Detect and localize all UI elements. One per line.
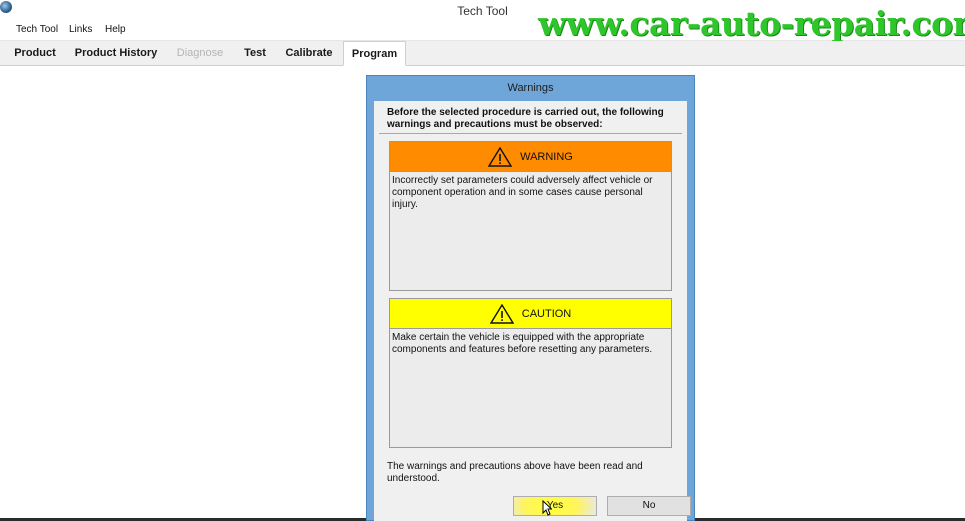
dialog-intro-text: Before the selected procedure is carried… bbox=[387, 107, 664, 130]
warnings-dialog: Warnings Before the selected procedure i… bbox=[366, 75, 695, 521]
confirm-text: The warnings and precautions above have … bbox=[387, 461, 643, 484]
tab-calibrate[interactable]: Calibrate bbox=[279, 41, 339, 66]
warning-panel: WARNING Incorrectly set parameters could… bbox=[389, 141, 672, 291]
warning-header: WARNING bbox=[390, 142, 671, 172]
tab-test[interactable]: Test bbox=[236, 41, 274, 66]
caution-text: Make certain the vehicle is equipped wit… bbox=[392, 332, 653, 355]
caution-label: CAUTION bbox=[521, 307, 572, 320]
watermark-text: www.car-auto-repair.com bbox=[538, 4, 965, 43]
menu-item-help[interactable]: Help bbox=[105, 24, 126, 35]
tab-bar: Product Product History Diagnose Test Ca… bbox=[0, 41, 965, 66]
caution-triangle-icon bbox=[489, 303, 514, 324]
tab-diagnose: Diagnose bbox=[176, 47, 224, 59]
tab-program[interactable]: Program bbox=[343, 41, 406, 66]
caution-header: CAUTION bbox=[390, 299, 671, 329]
tab-product-history[interactable]: Product History bbox=[70, 41, 162, 66]
menu-item-links[interactable]: Links bbox=[69, 24, 92, 35]
caution-panel: CAUTION Make certain the vehicle is equi… bbox=[389, 298, 672, 448]
dialog-title: Warnings bbox=[507, 82, 554, 94]
divider bbox=[379, 133, 682, 134]
dialog-body: Before the selected procedure is carried… bbox=[374, 101, 691, 521]
warning-text: Incorrectly set parameters could adverse… bbox=[392, 175, 653, 210]
mouse-pointer-icon bbox=[542, 500, 552, 516]
menu-item-tech-tool[interactable]: Tech Tool bbox=[16, 24, 58, 35]
warning-label: WARNING bbox=[520, 150, 573, 163]
tab-product[interactable]: Product bbox=[7, 41, 63, 66]
warning-triangle-icon bbox=[488, 146, 513, 167]
no-button[interactable]: No bbox=[607, 496, 691, 516]
yes-button[interactable]: Yes bbox=[513, 496, 597, 516]
